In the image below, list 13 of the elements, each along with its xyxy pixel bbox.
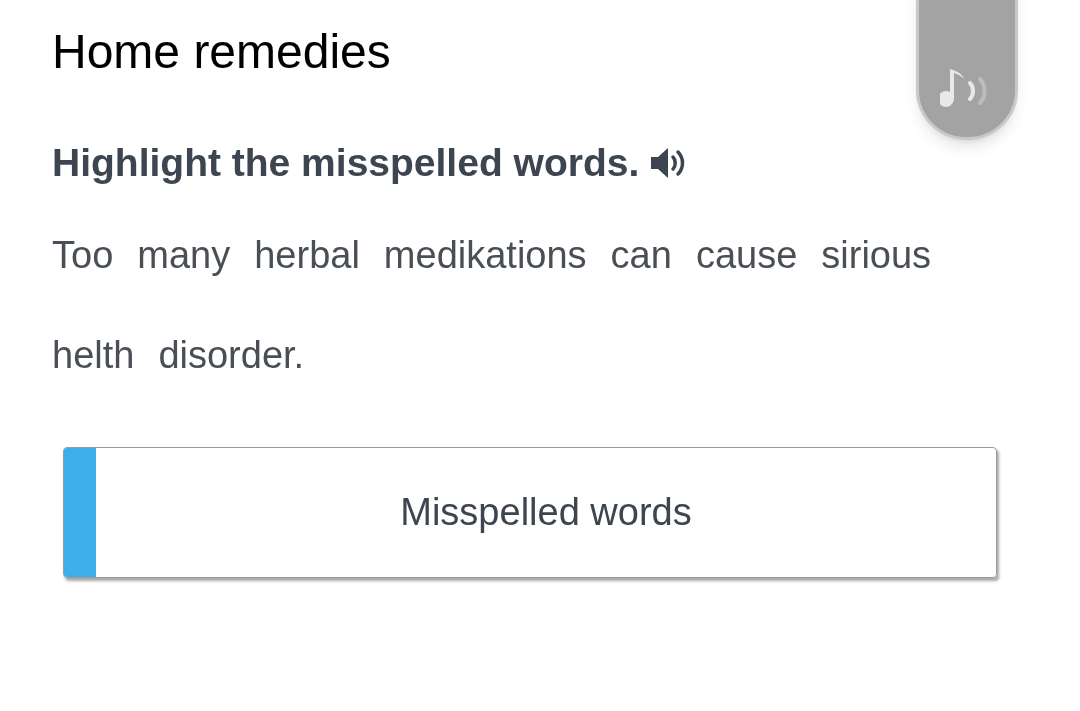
instruction-text: Highlight the misspelled words. bbox=[52, 140, 640, 186]
word-token[interactable]: disorder. bbox=[154, 304, 309, 405]
word-token[interactable]: sirious bbox=[817, 204, 936, 305]
page-title: Home remedies bbox=[52, 24, 391, 80]
word-token[interactable]: Too bbox=[48, 204, 118, 305]
answer-box-label: Misspelled words bbox=[400, 489, 692, 535]
word-token[interactable]: cause bbox=[691, 204, 802, 305]
word-token[interactable]: many bbox=[133, 204, 235, 305]
word-token[interactable]: herbal bbox=[250, 204, 364, 305]
word-token[interactable]: helth bbox=[48, 304, 139, 405]
word-token[interactable]: medikations bbox=[379, 204, 591, 305]
word-token[interactable]: can bbox=[606, 204, 676, 305]
answer-box[interactable]: Misspelled words bbox=[63, 446, 997, 578]
